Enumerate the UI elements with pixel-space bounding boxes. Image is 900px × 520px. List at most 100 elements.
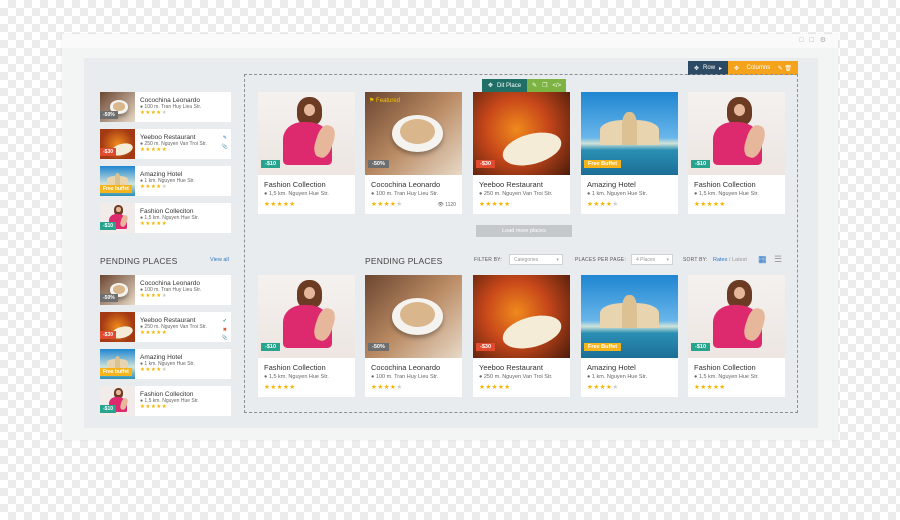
place-image[interactable]: -$10 [258, 92, 355, 175]
place-card[interactable]: -$30 Yeeboo Restaurant ● 250 m. Nguyen Van… [473, 92, 570, 214]
rating-stars: ★★★★★ [140, 404, 168, 411]
place-title[interactable]: Fashion Collection [688, 175, 785, 189]
load-more-button[interactable]: Load more places [476, 225, 572, 237]
move-icon: ✥ [734, 65, 740, 72]
map-pin-icon: ● [587, 374, 591, 380]
map-pin-icon: ● [479, 191, 483, 197]
item-actions[interactable]: ✔ ✖ 📎 [222, 317, 228, 343]
place-card[interactable]: -$10 Fashion Collection ● 1,5 km. Nguyen H… [258, 92, 355, 214]
place-image[interactable]: -50% [365, 275, 462, 358]
place-title[interactable]: Fashion Collection [258, 358, 355, 372]
sidebar-place-item[interactable]: -$30 Yeeboo Restaurant ● 250 m. Nguyen Van… [100, 129, 231, 159]
main-pending-title: PENDING PLACES [365, 256, 443, 266]
map-pin-icon: ● [140, 103, 144, 110]
place-title[interactable]: Fashion Collection [258, 175, 355, 189]
sort-options[interactable]: Rates / Latest [713, 257, 747, 263]
place-thumbnail: -50% [100, 275, 135, 305]
discount-badge: -$30 [100, 148, 117, 156]
category-select[interactable]: Categories ▾ [509, 254, 563, 265]
place-address: 100 m. Tran Huy Lieu Str. [375, 374, 439, 380]
chevron-down-icon: ▾ [666, 257, 669, 263]
place-card[interactable]: -$10 Fashion Collection ● 1,5 km. Nguyen H… [688, 92, 785, 214]
row-label: Row [703, 65, 716, 71]
discount-badge: Free buffet [100, 185, 132, 193]
place-card[interactable]: -$30 Yeeboo Restaurant ● 250 m. Nguyen Van… [473, 275, 570, 397]
sidebar-place-item[interactable]: Free buffet Amazing Hotel ● 1 km. Nguyen H… [100, 349, 231, 379]
item-actions[interactable]: ✎ 📎 [222, 134, 228, 151]
discount-badge: -$30 [476, 343, 496, 351]
place-title[interactable]: Cocochina Leonardo [365, 358, 462, 372]
place-image[interactable]: -$30 [473, 92, 570, 175]
place-address: 100 m. Tran Huy Lieu Str. [144, 286, 202, 293]
list-view-icon[interactable]: ☰ [774, 255, 784, 264]
place-address: 100 m. Tran Huy Lieu Str. [375, 191, 439, 197]
place-card[interactable]: -$10 Fashion Collection ● 1,5 km. Nguyen H… [688, 275, 785, 397]
per-page-select[interactable]: 4 Places ▾ [631, 254, 673, 265]
place-address: 1,5 km. Nguyen Hue Str. [144, 214, 199, 221]
place-image[interactable]: -$10 [688, 275, 785, 358]
place-title[interactable]: Fashion Collection [688, 358, 785, 372]
map-pin-icon: ● [694, 374, 698, 380]
place-title[interactable]: Yeeboo Restaurant [473, 358, 570, 372]
sidebar-place-item[interactable]: -$10 Fashion Colleciton ● 1,5 km. Nguyen H… [100, 386, 231, 416]
discount-badge: -50% [100, 294, 118, 302]
discount-badge: -$30 [100, 331, 117, 339]
attach-icon[interactable]: 📎 [222, 143, 228, 152]
discount-badge: -$30 [476, 160, 496, 168]
place-image[interactable]: ⚑ Featured -50% [365, 92, 462, 175]
pending-places-title: PENDING PLACES [100, 256, 178, 266]
pencil-icon[interactable]: ✎ [222, 134, 228, 143]
sort-rates[interactable]: Rates [713, 257, 727, 263]
place-address: 1,5 km. Nguyen Hue Str. [268, 374, 329, 380]
place-image[interactable]: -$30 [473, 275, 570, 358]
place-card[interactable]: -50% Cocochina Leonardo ● 100 m. Tran Huy … [365, 275, 462, 397]
sort-by-label: SORT BY: [683, 257, 708, 263]
window-top-bar [62, 34, 838, 48]
grid-view-icon[interactable]: ▦ [758, 255, 768, 264]
caret-right-icon: ▸ [719, 65, 723, 72]
reject-icon[interactable]: ✖ [222, 326, 228, 335]
place-address: 250 m. Nguyen Van Troi Str. [483, 374, 553, 380]
discount-badge: Free buffet [100, 368, 132, 376]
edit-delete-icons[interactable]: ✎ 🗑 [778, 65, 792, 72]
sidebar-place-item[interactable]: Free buffet Amazing Hotel ● 1 km. Nguyen H… [100, 166, 231, 196]
place-image[interactable]: Free Buffet [581, 275, 678, 358]
discount-badge: -50% [368, 160, 389, 168]
map-pin-icon: ● [371, 374, 375, 380]
window-controls[interactable]: □□⚙ [799, 36, 832, 44]
approve-icon[interactable]: ✔ [222, 317, 228, 326]
columns-control[interactable]: ✥ Columns ✎ 🗑 [728, 61, 798, 75]
eye-icon: 👁 [437, 202, 444, 208]
place-image[interactable]: Free Buffet [581, 92, 678, 175]
place-card[interactable]: ⚑ Featured -50% Cocochina Leonardo ● 100 m.… [365, 92, 462, 214]
rating-stars: ★★★★★ [140, 293, 168, 300]
sort-latest[interactable]: Latest [732, 257, 747, 263]
sidebar-place-item[interactable]: -$30 Yeeboo Restaurant ● 250 m. Nguyen Van… [100, 312, 231, 342]
map-pin-icon: ● [479, 374, 483, 380]
columns-label: Columns [746, 65, 771, 71]
place-title[interactable]: Yeeboo Restaurant [473, 175, 570, 189]
place-card[interactable]: -$10 Fashion Collection ● 1,5 km. Nguyen H… [258, 275, 355, 397]
sidebar-place-item[interactable]: -50% Cocochina Leonardo ● 100 m. Tran Huy … [100, 275, 231, 305]
place-address: 1,5 km. Nguyen Hue Str. [144, 397, 199, 404]
discount-badge: -$10 [100, 222, 117, 230]
map-pin-icon: ● [140, 286, 144, 293]
rating-stars: ★★★★★ [587, 384, 619, 391]
move-icon: ✥ [694, 65, 700, 72]
sidebar-place-item[interactable]: -50% Cocochina Leonardo ● 100 m. Tran Huy … [100, 92, 231, 122]
place-card[interactable]: Free Buffet Amazing Hotel ● 1 km. Nguyen H… [581, 92, 678, 214]
row-control[interactable]: ✥ Row ▸ [688, 61, 728, 75]
place-card[interactable]: Free Buffet Amazing Hotel ● 1 km. Nguyen H… [581, 275, 678, 397]
place-address: 1 km. Nguyen Hue Str. [144, 177, 195, 184]
view-count-value: 1120 [445, 202, 456, 208]
place-image[interactable]: -$10 [258, 275, 355, 358]
discount-badge: Free Buffet [584, 343, 622, 351]
sidebar-place-item[interactable]: -$10 Fashion Colleciton ● 1,5 km. Nguyen H… [100, 203, 231, 233]
place-image[interactable]: -$10 [688, 92, 785, 175]
place-thumbnail: -$30 [100, 129, 135, 159]
place-title[interactable]: Amazing Hotel [581, 358, 678, 372]
place-title[interactable]: Cocochina Leonardo [365, 175, 462, 189]
view-all-link[interactable]: View all [210, 257, 229, 263]
place-title[interactable]: Amazing Hotel [581, 175, 678, 189]
attach-icon[interactable]: 📎 [222, 334, 228, 343]
